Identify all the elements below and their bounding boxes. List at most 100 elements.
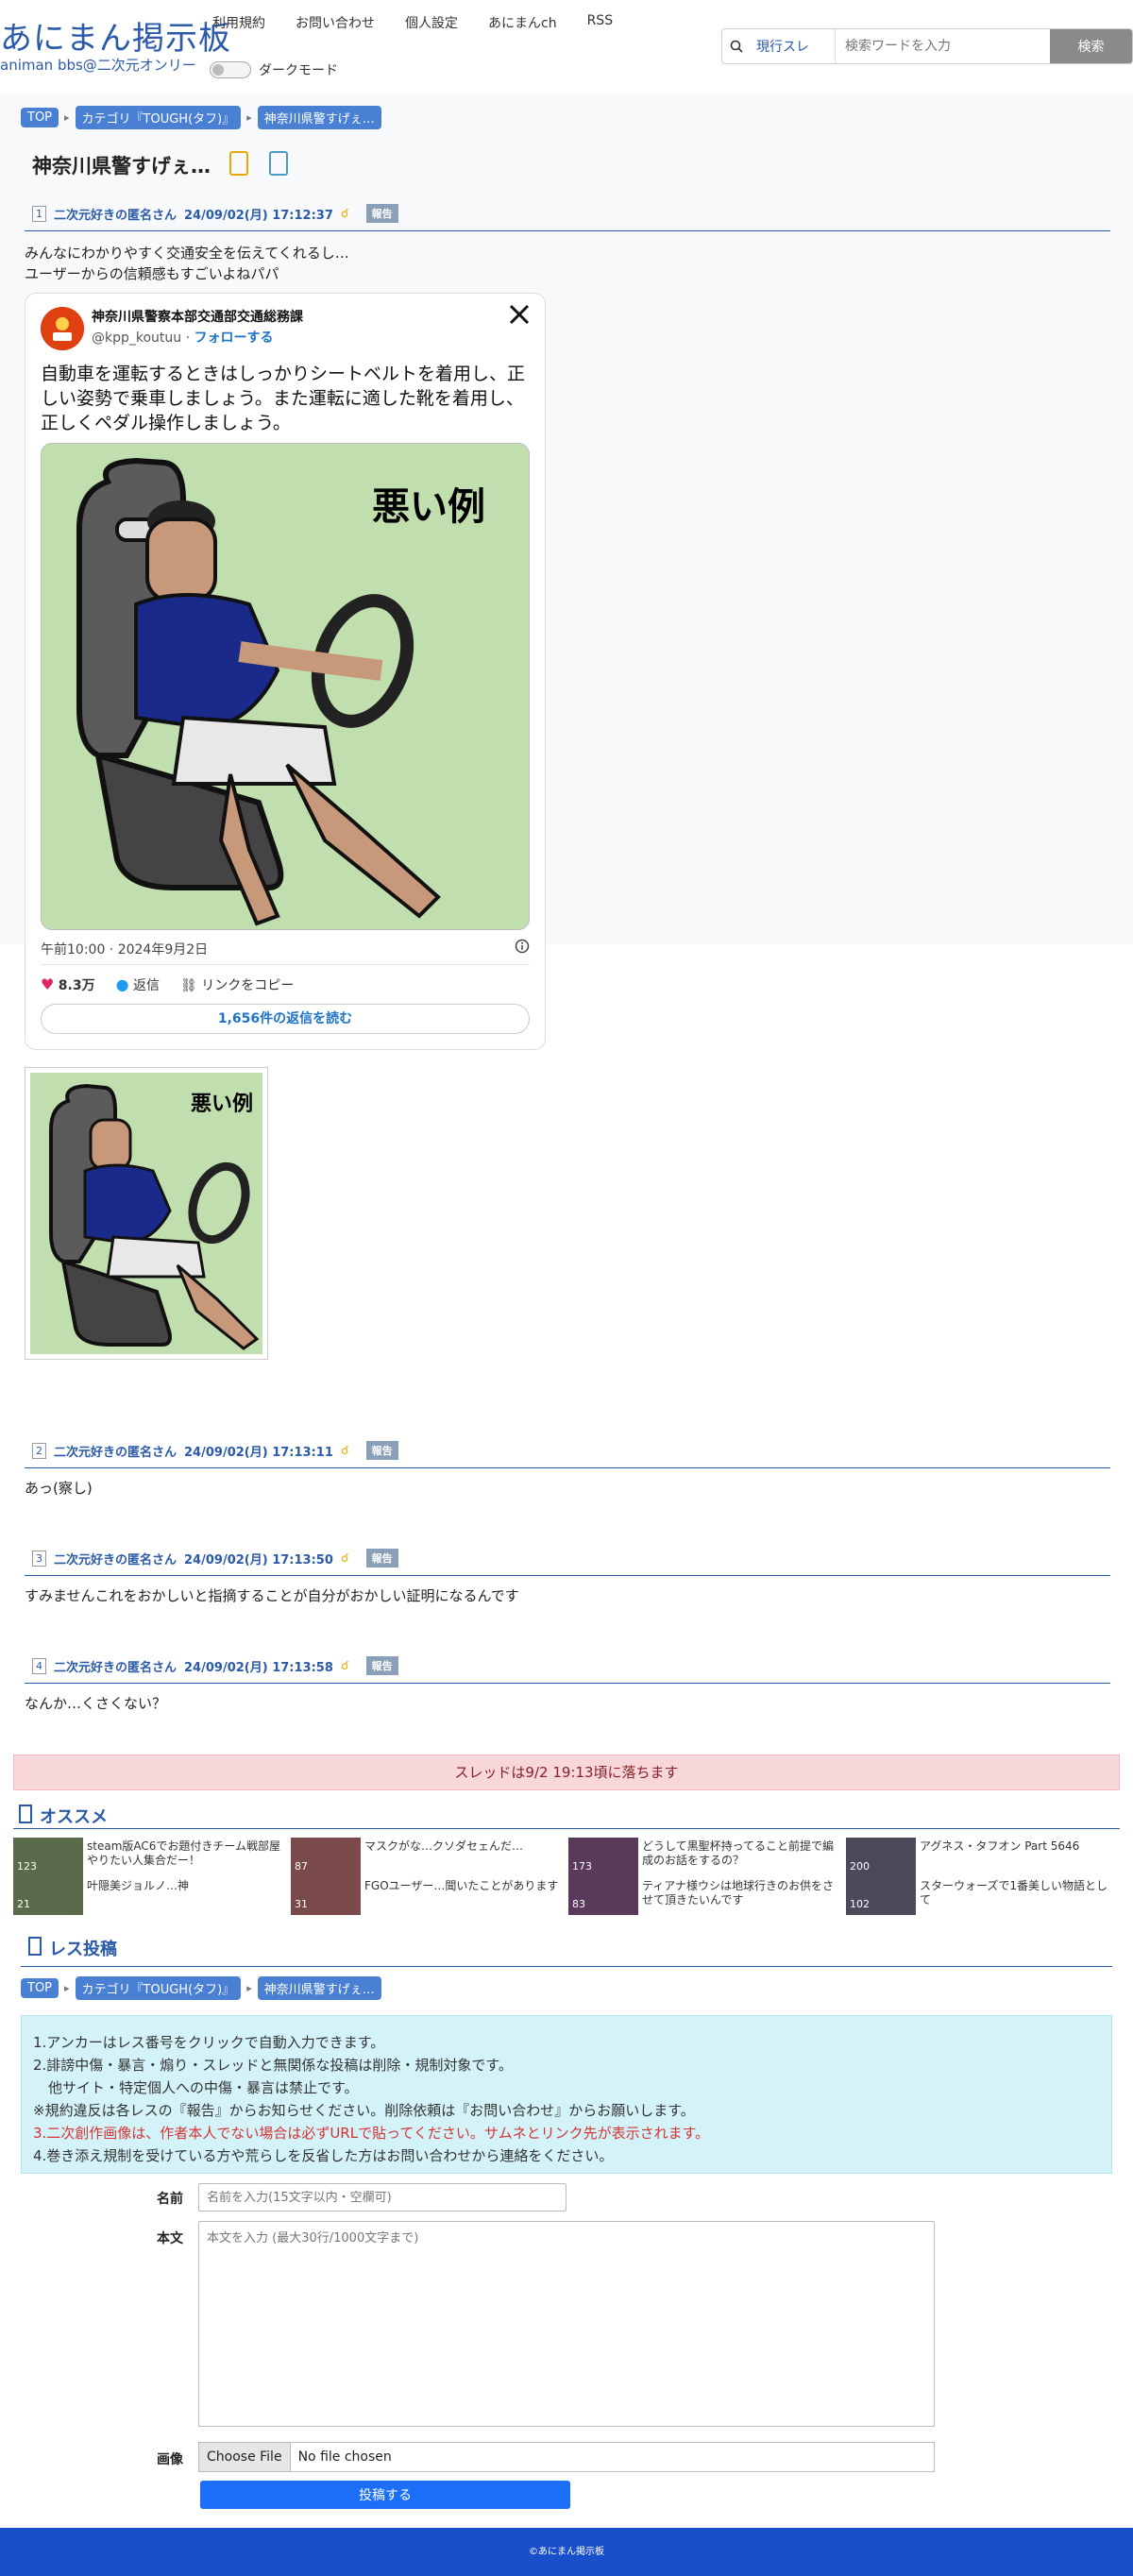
post-header: 1 二次元好きの匿名さん 24/09/02(月) 17:12:37 ☌ 報告 (25, 204, 1110, 231)
tweet-handle[interactable]: @kpp_koutuu (92, 330, 181, 346)
thumb-icon[interactable]: ☌ (341, 207, 349, 221)
recommend-thumbnail[interactable]: 123 21 (13, 1838, 83, 1915)
report-button[interactable]: 報告 (365, 1656, 398, 1675)
thumb-icon[interactable]: ☌ (341, 1659, 349, 1673)
post-date: 24/09/02(月) 17:13:11 (184, 1445, 333, 1460)
recommend-title[interactable]: マスクがな…クソダセェんだ… (364, 1839, 563, 1854)
file-status: No file chosen (297, 2449, 392, 2465)
breadcrumb-category[interactable]: カテゴリ『TOUGH(タフ)』 (75, 1976, 242, 2000)
report-button[interactable]: 報告 (365, 1549, 398, 1568)
tweet-text: 自動車を運転するときはしっかりシートベルトを着用し、正しい姿勢で乗車しましょう。… (41, 364, 526, 433)
tweet-image[interactable]: 悪い例 (41, 443, 530, 930)
recommend-title[interactable]: 叶隠美ジョルノ…神 (87, 1879, 285, 1893)
search-input[interactable] (836, 29, 1050, 63)
recommend-count: 102 (850, 1898, 870, 1910)
body-textarea[interactable] (198, 2221, 935, 2427)
breadcrumb-separator: ▸ (64, 1982, 70, 1994)
site-logo[interactable]: あにまん掲示板 animan bbs@二次元オンリー (0, 21, 231, 75)
post-number-value[interactable]: 2 (36, 1445, 42, 1457)
recommend-item[interactable]: 87 31 マスクがな…クソダセェんだ… FGOユーザー…聞いたことがあります (291, 1838, 566, 1915)
breadcrumb-category[interactable]: カテゴリ『TOUGH(タフ)』 (75, 106, 242, 129)
tweet-avatar[interactable] (41, 307, 84, 350)
x-logo-icon[interactable] (509, 303, 530, 331)
logo-main[interactable]: あにまん掲示板 (0, 21, 231, 57)
post-number-value[interactable]: 4 (36, 1660, 42, 1672)
report-button[interactable]: 報告 (365, 204, 398, 223)
expire-notice: スレッドは9/2 19:13頃に落ちます (13, 1754, 1120, 1790)
post-number[interactable]: 4 (32, 1657, 46, 1674)
read-replies-button[interactable]: 1,656件の返信を読む (41, 1004, 530, 1034)
embedded-tweet[interactable]: 神奈川県警察本部交通部交通総務課 @kpp_koutuu · フォローする 自動… (25, 293, 546, 1050)
header: あにまん掲示板 animan bbs@二次元オンリー 利用規約 お問い合わせ 個… (0, 0, 1133, 94)
name-input[interactable] (198, 2183, 566, 2212)
choose-file-button[interactable]: Choose File (199, 2443, 291, 2471)
recommend-title[interactable]: ティアナ様ウシは地球行きのお供をさせて頂きたいんです (642, 1879, 840, 1907)
file-input[interactable]: Choose File No file chosen (198, 2442, 935, 2472)
post-image-thumbnail[interactable]: 悪い例 (25, 1067, 268, 1360)
thumb-icon[interactable]: ☌ (341, 1444, 349, 1458)
tweet-time[interactable]: 午前10:00 · 2024年9月2日 (41, 940, 208, 958)
link-icon[interactable]: ⛓ (180, 978, 197, 993)
post-image-caption: 悪い例 (191, 1093, 253, 1116)
recommend-item[interactable]: 123 21 steam版AC6でお題付きチーム戦部屋やりたい人集合だー！ 叶隠… (13, 1838, 289, 1915)
recommend-thumbnail[interactable]: 200 102 (846, 1838, 916, 1915)
report-button[interactable]: 報告 (365, 1441, 398, 1460)
nav-settings[interactable]: 個人設定 (405, 13, 458, 32)
recommend-count: 83 (572, 1898, 585, 1910)
recommend-count: 21 (17, 1898, 30, 1910)
post-number-value[interactable]: 1 (36, 208, 42, 220)
nav-contact[interactable]: お問い合わせ (296, 13, 375, 32)
post-line: ユーザーからの信頼感もすごいよねパパ (25, 265, 279, 282)
recommend-title[interactable]: steam版AC6でお題付きチーム戦部屋やりたい人集合だー！ (87, 1839, 285, 1868)
nav-terms[interactable]: 利用規約 (212, 13, 265, 32)
post-header: 3 二次元好きの匿名さん 24/09/02(月) 17:13:50 ☌ 報告 (25, 1549, 1110, 1576)
search-scope-select[interactable]: 現行スレ (751, 29, 836, 63)
breadcrumb-top[interactable]: TOP (21, 108, 59, 127)
copy-link-button[interactable]: ⛓ リンクをコピー (180, 975, 294, 994)
breadcrumb-thread[interactable]: 神奈川県警すげぇ… (257, 1976, 381, 2000)
like-count: 8.3万 (58, 978, 95, 993)
logo-sub: animan bbs@二次元オンリー (0, 57, 196, 74)
search-button[interactable]: 検索 (1050, 29, 1132, 63)
post-number-value[interactable]: 3 (36, 1552, 42, 1565)
star-icon[interactable] (228, 149, 250, 181)
nav-rss[interactable]: RSS (587, 13, 614, 32)
like-button[interactable]: ♥ 8.3万 (41, 975, 95, 994)
recommend-item[interactable]: 173 83 どうして黒聖杯持ってること前提で編成のお話をするの？ ティアナ様ウ… (568, 1838, 844, 1915)
reply-form-heading: レス投稿 (28, 1936, 117, 1960)
post-number[interactable]: 1 (32, 205, 46, 222)
recommend-item[interactable]: 200 102 アグネス・タフオン Part 5646 スターウォーズで1番美し… (846, 1838, 1122, 1915)
post-image[interactable]: 悪い例 (30, 1073, 262, 1354)
heart-icon[interactable]: ♥ (41, 975, 54, 993)
recommend-title[interactable]: FGOユーザー…聞いたことがあります (364, 1879, 563, 1893)
submit-button[interactable]: 投稿する (200, 2481, 570, 2509)
recommend-title[interactable]: どうして黒聖杯持ってること前提で編成のお話をするの？ (642, 1839, 840, 1868)
post-line: みんなにわかりやすく交通安全を伝えてくれるし… (25, 245, 349, 262)
reply-button[interactable]: ● 返信 (116, 975, 160, 994)
tweet-header: 神奈川県警察本部交通部交通総務課 @kpp_koutuu · フォローする (41, 307, 303, 350)
post-number[interactable]: 2 (32, 1442, 46, 1459)
post-date: 24/09/02(月) 17:13:50 (184, 1552, 333, 1568)
bookmark-icon[interactable] (267, 149, 290, 181)
dark-mode-toggle[interactable] (210, 61, 251, 78)
nav-animanch[interactable]: あにまんch (488, 13, 557, 32)
reply-label: 返信 (133, 978, 161, 993)
nav-bar: 利用規約 お問い合わせ 個人設定 あにまんch RSS (212, 13, 613, 32)
breadcrumb-thread[interactable]: 神奈川県警すげぇ… (257, 106, 381, 129)
post-3: 3 二次元好きの匿名さん 24/09/02(月) 17:13:50 ☌ 報告 す… (25, 1549, 1110, 1606)
recommend-thumbnail[interactable]: 173 83 (568, 1838, 638, 1915)
recommend-thumbnail[interactable]: 87 31 (291, 1838, 361, 1915)
tweet-author[interactable]: 神奈川県警察本部交通部交通総務課 (92, 307, 303, 326)
thumb-icon[interactable]: ☌ (341, 1551, 349, 1566)
recommend-title[interactable]: アグネス・タフオン Part 5646 (920, 1839, 1118, 1854)
breadcrumb-separator: ▸ (246, 1982, 252, 1994)
info-icon[interactable] (515, 939, 530, 958)
reply-icon[interactable]: ● (116, 975, 129, 993)
post-author: 二次元好きの匿名さん (54, 208, 178, 223)
body-label: 本文 (157, 2231, 183, 2246)
tweet-follow-button[interactable]: フォローする (194, 330, 274, 346)
dark-mode-switch[interactable]: ダークモード (210, 60, 338, 79)
breadcrumb-top[interactable]: TOP (21, 1978, 59, 1998)
recommend-title[interactable]: スターウォーズで1番美しい物語として (920, 1879, 1118, 1907)
post-number[interactable]: 3 (32, 1550, 46, 1567)
